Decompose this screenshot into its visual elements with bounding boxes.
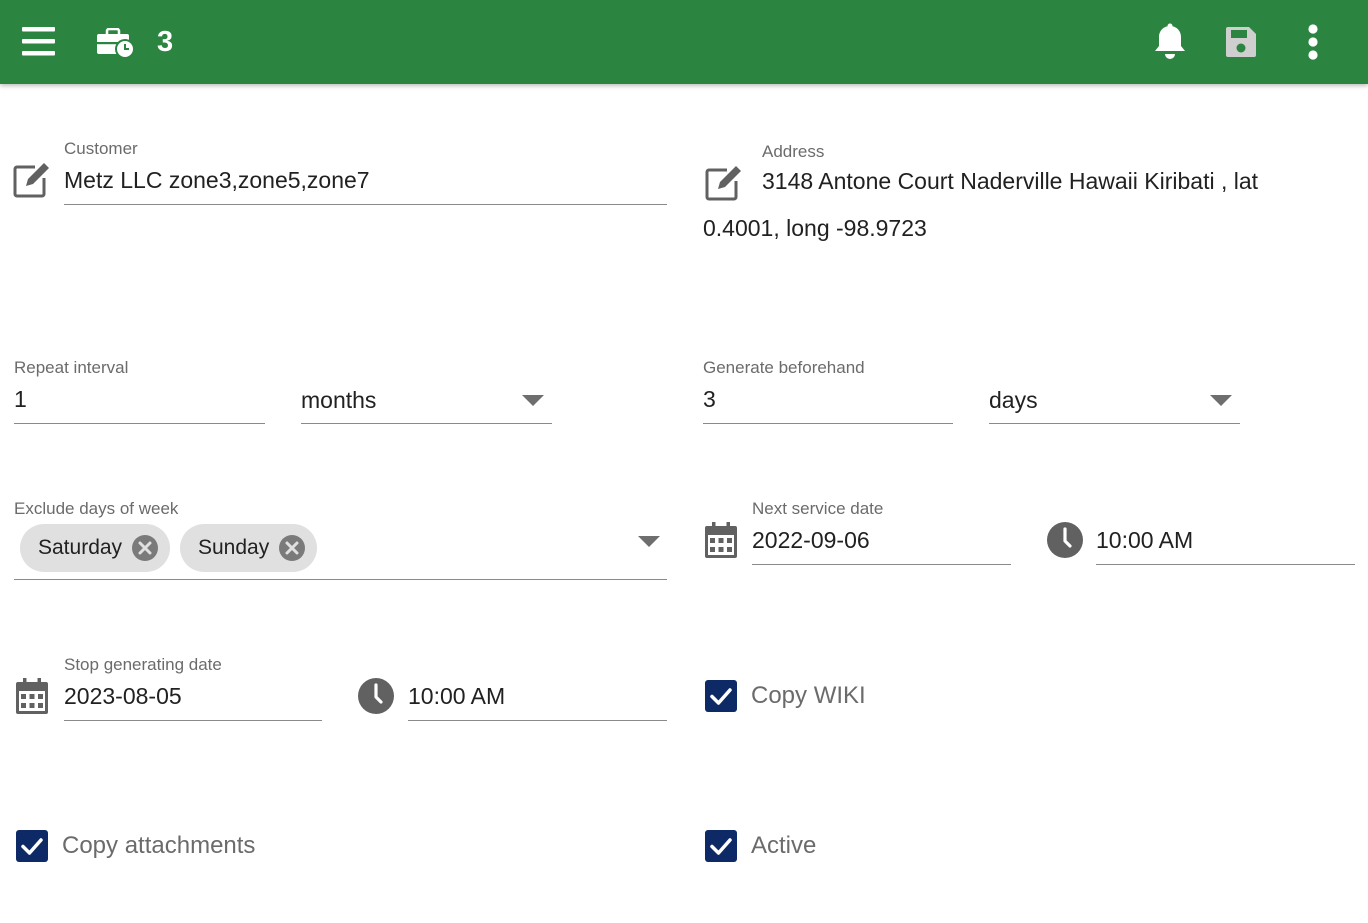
chip-sunday: Sunday (180, 524, 318, 572)
stop-generating-date-underline (64, 720, 322, 721)
cancel-icon[interactable] (132, 535, 159, 561)
chip-saturday: Saturday (20, 524, 171, 572)
more-vert-icon[interactable] (1305, 24, 1321, 60)
chevron-down-icon[interactable] (522, 395, 544, 406)
generate-beforehand-input[interactable]: 3 (703, 384, 716, 414)
repeat-unit-underline (301, 423, 552, 424)
bell-icon[interactable] (1153, 23, 1187, 61)
copy-attachments-label[interactable]: Copy attachments (62, 831, 255, 861)
checkmark-icon (21, 838, 43, 855)
copy-wiki-label[interactable]: Copy WIKI (751, 681, 866, 711)
generate-unit-underline (989, 423, 1240, 424)
briefcase-clock-icon[interactable] (96, 28, 136, 60)
next-service-date-label: Next service date (752, 499, 884, 518)
cancel-icon[interactable] (279, 535, 306, 561)
stop-generating-time-underline (408, 720, 667, 721)
exclude-days-label: Exclude days of week (14, 499, 179, 518)
edit-icon[interactable] (13, 162, 51, 198)
address-line2[interactable]: 0.4001, long -98.9723 (703, 213, 927, 243)
stop-generating-date-label: Stop generating date (64, 655, 222, 674)
address-label: Address (762, 142, 825, 161)
app-bar: 3 (0, 0, 1368, 84)
job-count: 3 (157, 26, 174, 58)
calendar-icon[interactable] (705, 522, 737, 558)
address-line1[interactable]: 3148 Antone Court Naderville Hawaii Kiri… (762, 166, 1258, 196)
next-service-time-input[interactable]: 10:00 AM (1096, 525, 1193, 555)
generate-beforehand-underline (703, 423, 953, 424)
repeat-interval-underline (14, 423, 265, 424)
chevron-down-icon[interactable] (1210, 395, 1232, 406)
generate-beforehand-label: Generate beforehand (703, 358, 865, 377)
checkmark-icon (710, 688, 732, 705)
copy-attachments-checkbox[interactable] (16, 830, 48, 862)
next-service-time-underline (1096, 564, 1355, 565)
calendar-icon[interactable] (16, 678, 48, 714)
save-icon[interactable] (1224, 25, 1258, 59)
customer-label: Customer (64, 139, 138, 158)
next-service-date-underline (752, 564, 1011, 565)
chevron-down-icon[interactable] (638, 536, 660, 547)
repeat-interval-label: Repeat interval (14, 358, 129, 377)
edit-icon[interactable] (705, 165, 743, 201)
chip-label: Saturday (38, 536, 123, 559)
chip-label: Sunday (198, 536, 270, 559)
next-service-date-input[interactable]: 2022-09-06 (752, 525, 870, 555)
checkmark-icon (710, 838, 732, 855)
repeat-interval-input[interactable]: 1 (14, 384, 27, 414)
stop-generating-date-input[interactable]: 2023-08-05 (64, 681, 182, 711)
stop-generating-time-input[interactable]: 10:00 AM (408, 681, 505, 711)
exclude-days-underline (14, 579, 667, 580)
customer-underline (64, 204, 667, 205)
menu-icon[interactable] (22, 25, 55, 58)
copy-wiki-checkbox[interactable] (705, 680, 737, 712)
generate-unit-select[interactable]: days (989, 385, 1038, 415)
active-checkbox[interactable] (705, 830, 737, 862)
clock-icon[interactable] (1047, 522, 1083, 558)
active-label[interactable]: Active (751, 831, 816, 861)
clock-icon[interactable] (358, 678, 394, 714)
customer-field[interactable]: Metz LLC zone3,zone5,zone7 (64, 165, 370, 195)
repeat-unit-select[interactable]: months (301, 385, 376, 415)
